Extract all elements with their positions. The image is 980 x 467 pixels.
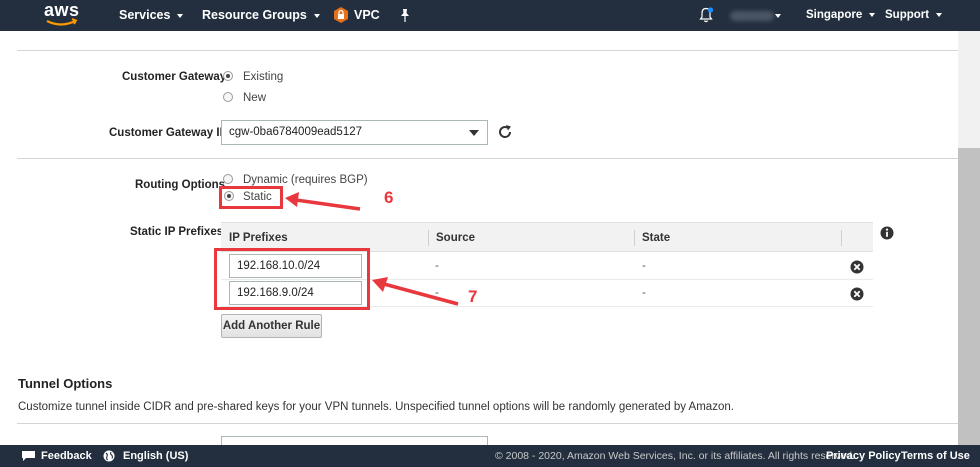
source-cell: - [435,260,439,272]
privacy-policy-link[interactable]: Privacy Policy [826,445,901,467]
add-another-rule-button[interactable]: Add Another Rule [221,314,322,338]
remove-row-icon[interactable] [850,287,864,301]
state-cell: - [642,287,646,299]
remove-row-icon[interactable] [850,260,864,274]
tunnel-options-description: Customize tunnel inside CIDR and pre-sha… [18,401,734,413]
routing-dynamic-radio[interactable] [223,174,233,184]
vpc-link[interactable]: VPC [354,0,380,31]
source-cell: - [435,287,439,299]
chevron-down-icon[interactable] [775,14,781,18]
customer-gateway-id-value: cgw-0ba6784009ead5127 [229,126,363,138]
pin-icon[interactable] [399,9,411,22]
resource-groups-menu[interactable]: Resource Groups [202,0,320,31]
customer-gateway-id-select[interactable]: cgw-0ba6784009ead5127 [221,120,488,145]
customer-gateway-id-label: Customer Gateway ID [109,127,228,139]
chevron-down-icon [936,12,943,17]
customer-gateway-existing-label[interactable]: Existing [243,71,283,83]
chevron-down-icon [313,13,320,18]
routing-options-label: Routing Options [135,179,226,191]
section-divider [17,50,958,51]
annotation-arrowhead-6 [285,192,299,207]
top-navigation-bar: aws Services Resource Groups VPC Singapo… [0,0,980,31]
dropdown-arrow-icon [469,130,479,136]
customer-gateway-label: Customer Gateway [122,71,227,83]
language-selector[interactable]: English (US) [123,445,188,467]
column-header-source[interactable]: Source [436,223,475,253]
routing-dynamic-label[interactable]: Dynamic (requires BGP) [243,174,368,186]
terms-of-use-link[interactable]: Terms of Use [901,445,970,467]
refresh-icon[interactable] [497,124,513,140]
feedback-speech-bubble-icon [22,451,35,461]
customer-gateway-new-radio[interactable] [223,92,233,102]
column-divider [841,230,842,246]
section-divider [17,423,958,424]
tunnel-options-title: Tunnel Options [18,376,113,391]
scrollbar-thumb[interactable] [958,148,980,445]
globe-icon [103,450,115,462]
static-ip-prefixes-label: Static IP Prefixes [130,226,224,238]
annotation-step-7: 7 [468,287,478,306]
aws-logo[interactable]: aws [44,0,80,28]
chevron-down-icon [177,13,184,18]
column-divider [428,230,429,246]
section-divider [17,158,958,159]
notification-bell-icon[interactable] [699,7,713,23]
copyright-text: © 2008 - 2020, Amazon Web Services, Inc.… [495,450,855,462]
customer-gateway-new-label[interactable]: New [243,92,266,104]
state-cell: - [642,260,646,272]
annotation-highlight-ip-prefixes [214,248,370,310]
chevron-down-icon [869,12,876,17]
aws-smile-icon [46,18,78,26]
tunnel-cidr-input[interactable] [221,436,488,445]
info-icon[interactable] [880,226,894,240]
column-header-state[interactable]: State [642,223,670,253]
vpc-service-icon[interactable] [333,7,349,23]
annotation-highlight-static [219,186,283,209]
region-menu[interactable]: Singapore [806,0,876,31]
customer-gateway-existing-radio[interactable] [223,71,233,81]
account-name-blurred[interactable] [730,11,774,21]
annotation-step-6: 6 [384,188,394,207]
annotation-arrow-6 [295,198,361,211]
support-menu[interactable]: Support [885,0,943,31]
column-divider [634,230,635,246]
feedback-link[interactable]: Feedback [41,445,92,467]
services-menu[interactable]: Services [119,0,184,31]
footer-bar: Feedback English (US) © 2008 - 2020, Ama… [0,445,980,467]
